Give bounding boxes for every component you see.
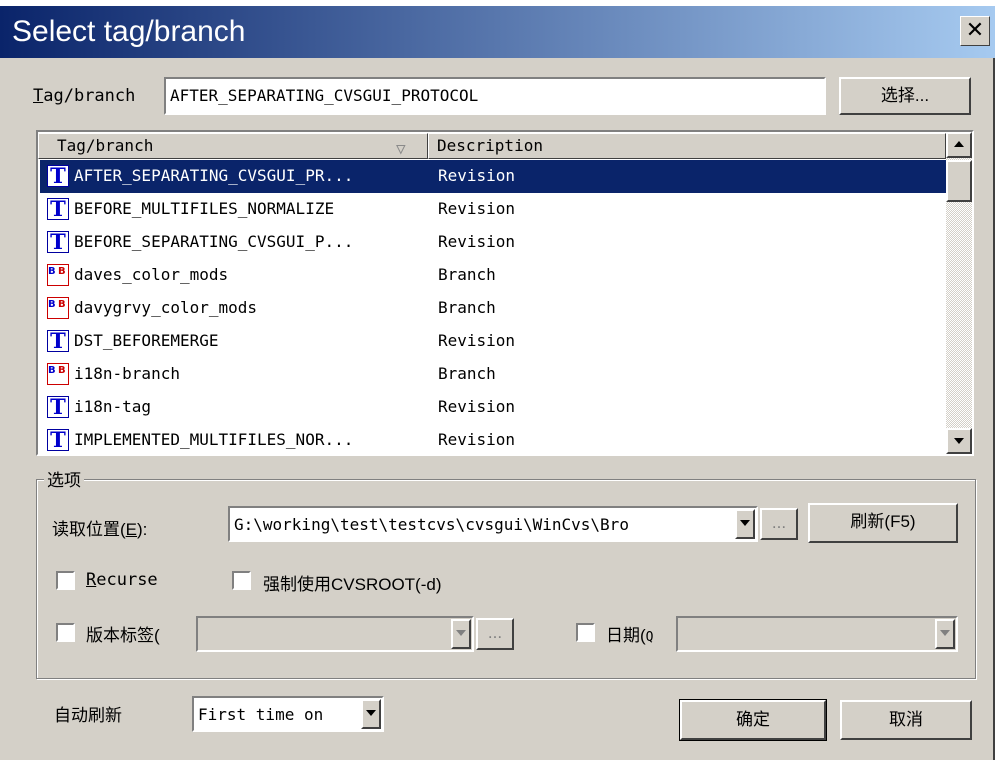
recurse-label[interactable]: Recurse xyxy=(86,570,158,590)
row-description: Revision xyxy=(438,430,516,449)
mnemonic-r: R xyxy=(86,570,97,590)
version-tag-checkbox[interactable] xyxy=(56,623,75,642)
tag-branch-value: AFTER_SEPARATING_CVSGUI_PROTOCOL xyxy=(170,86,479,105)
scroll-up-button[interactable] xyxy=(946,132,972,158)
version-tag-combobox[interactable] xyxy=(196,616,474,652)
row-name: IMPLEMENTED_MULTIFILES_NOR... xyxy=(74,430,354,449)
branch-icon: BB xyxy=(47,363,69,385)
close-button[interactable]: ✕ xyxy=(960,16,990,46)
list-row[interactable]: T BEFORE_SEPARATING_CVSGUI_P... Revision xyxy=(40,226,948,259)
row-description: Revision xyxy=(438,199,516,218)
cancel-button[interactable]: 取消 xyxy=(840,700,972,740)
read-location-dropdown-icon[interactable] xyxy=(735,509,755,539)
row-name: davygrvy_color_mods xyxy=(74,298,258,317)
row-description: Branch xyxy=(438,265,496,284)
auto-refresh-label: 自动刷新 xyxy=(54,706,122,725)
revision-tag-icon: T xyxy=(47,165,69,187)
read-location-value: G:\working\test\testcvs\cvsgui\WinCvs\Br… xyxy=(234,515,629,534)
auto-refresh-combobox[interactable]: First time on xyxy=(192,696,384,732)
tag-branch-input[interactable]: AFTER_SEPARATING_CVSGUI_PROTOCOL xyxy=(164,77,826,115)
column-header-description[interactable]: Description xyxy=(428,133,946,159)
revision-tag-icon: T xyxy=(47,330,69,352)
date-combobox[interactable] xyxy=(676,616,958,652)
revision-tag-icon: T xyxy=(47,396,69,418)
list-row[interactable]: T DST_BEFOREMERGE Revision xyxy=(40,325,948,358)
list-row[interactable]: BB i18n-branch Branch xyxy=(40,358,948,391)
read-loc-suffix: ): xyxy=(137,520,148,539)
revision-tag-icon: T xyxy=(47,429,69,451)
row-description: Branch xyxy=(438,364,496,383)
scroll-thumb[interactable] xyxy=(946,160,972,202)
col-tag-label: Tag/branch xyxy=(57,136,154,155)
read-loc-text: 读取位置( xyxy=(52,520,126,539)
dialog-title: Select tag/branch xyxy=(12,15,246,48)
col-desc-label: Description xyxy=(437,136,543,155)
list-row[interactable]: T IMPLEMENTED_MULTIFILES_NOR... Revision xyxy=(40,424,948,454)
branch-icon: BB xyxy=(47,297,69,319)
mnemonic-e: E xyxy=(125,520,138,539)
row-name: DST_BEFOREMERGE xyxy=(74,331,219,350)
row-description: Revision xyxy=(438,397,516,416)
row-name: i18n-branch xyxy=(74,364,180,383)
sort-indicator-icon: ▽ xyxy=(396,139,406,158)
version-tag-dropdown-icon[interactable] xyxy=(451,619,471,649)
tag-list[interactable]: Tag/branch ▽ Description T AFTER_SEPARATI… xyxy=(36,130,974,456)
select-button[interactable]: 选择... xyxy=(839,77,971,115)
row-description: Revision xyxy=(438,232,516,251)
date-suffix: Q xyxy=(645,630,654,645)
recurse-rest: ecurse xyxy=(96,570,158,590)
row-name: daves_color_mods xyxy=(74,265,229,284)
version-tag-browse-button[interactable]: ... xyxy=(476,618,514,650)
list-row[interactable]: BB daves_color_mods Branch xyxy=(40,259,948,292)
list-row[interactable]: T i18n-tag Revision xyxy=(40,391,948,424)
row-name: i18n-tag xyxy=(74,397,152,416)
branch-icon: BB xyxy=(47,264,69,286)
title-bar[interactable]: Select tag/branch xyxy=(0,6,995,58)
options-group-label: 选项 xyxy=(44,466,84,491)
read-location-combobox[interactable]: G:\working\test\testcvs\cvsgui\WinCvs\Br… xyxy=(228,506,758,542)
date-dropdown-icon[interactable] xyxy=(935,619,955,649)
row-description: Revision xyxy=(438,331,516,350)
row-description: Revision xyxy=(438,166,516,185)
list-row[interactable]: T AFTER_SEPARATING_CVSGUI_PR... Revision xyxy=(40,160,948,193)
auto-refresh-dropdown-icon[interactable] xyxy=(361,699,381,729)
auto-refresh-value: First time on xyxy=(198,705,324,724)
force-cvsroot-label[interactable]: 强制使用CVSROOT(-d) xyxy=(263,570,442,595)
date-text: 日期( xyxy=(606,626,646,645)
revision-tag-icon: T xyxy=(47,198,69,220)
select-tag-dialog: Select tag/branch ✕ Tag/branch AFTER_SEP… xyxy=(0,0,995,760)
tag-branch-label: Tag/branch xyxy=(33,86,135,106)
revision-tag-icon: T xyxy=(47,231,69,253)
ok-button[interactable]: 确定 xyxy=(679,699,827,741)
row-name: BEFORE_MULTIFILES_NORMALIZE xyxy=(74,199,335,218)
row-description: Branch xyxy=(438,298,496,317)
mnemonic-t: T xyxy=(33,86,44,106)
date-checkbox[interactable] xyxy=(576,623,595,642)
scroll-down-button[interactable] xyxy=(946,428,972,454)
refresh-button[interactable]: 刷新(F5) xyxy=(808,503,958,543)
label-rest: ag/branch xyxy=(43,86,136,106)
list-row[interactable]: T BEFORE_MULTIFILES_NORMALIZE Revision xyxy=(40,193,948,226)
browse-button[interactable]: ... xyxy=(760,508,798,540)
list-row[interactable]: BB davygrvy_color_mods Branch xyxy=(40,292,948,325)
read-location-label: 读取位置(E): xyxy=(52,515,147,540)
recurse-checkbox[interactable] xyxy=(56,571,75,590)
version-tag-label[interactable]: 版本标签( xyxy=(86,621,160,646)
force-cvsroot-checkbox[interactable] xyxy=(232,571,251,590)
list-scrollbar[interactable] xyxy=(946,132,972,454)
close-icon: ✕ xyxy=(965,18,985,43)
column-header-tag-branch[interactable]: Tag/branch ▽ xyxy=(38,133,428,159)
date-label[interactable]: 日期(Q xyxy=(606,621,654,646)
row-name: AFTER_SEPARATING_CVSGUI_PR... xyxy=(74,166,354,185)
row-name: BEFORE_SEPARATING_CVSGUI_P... xyxy=(74,232,354,251)
